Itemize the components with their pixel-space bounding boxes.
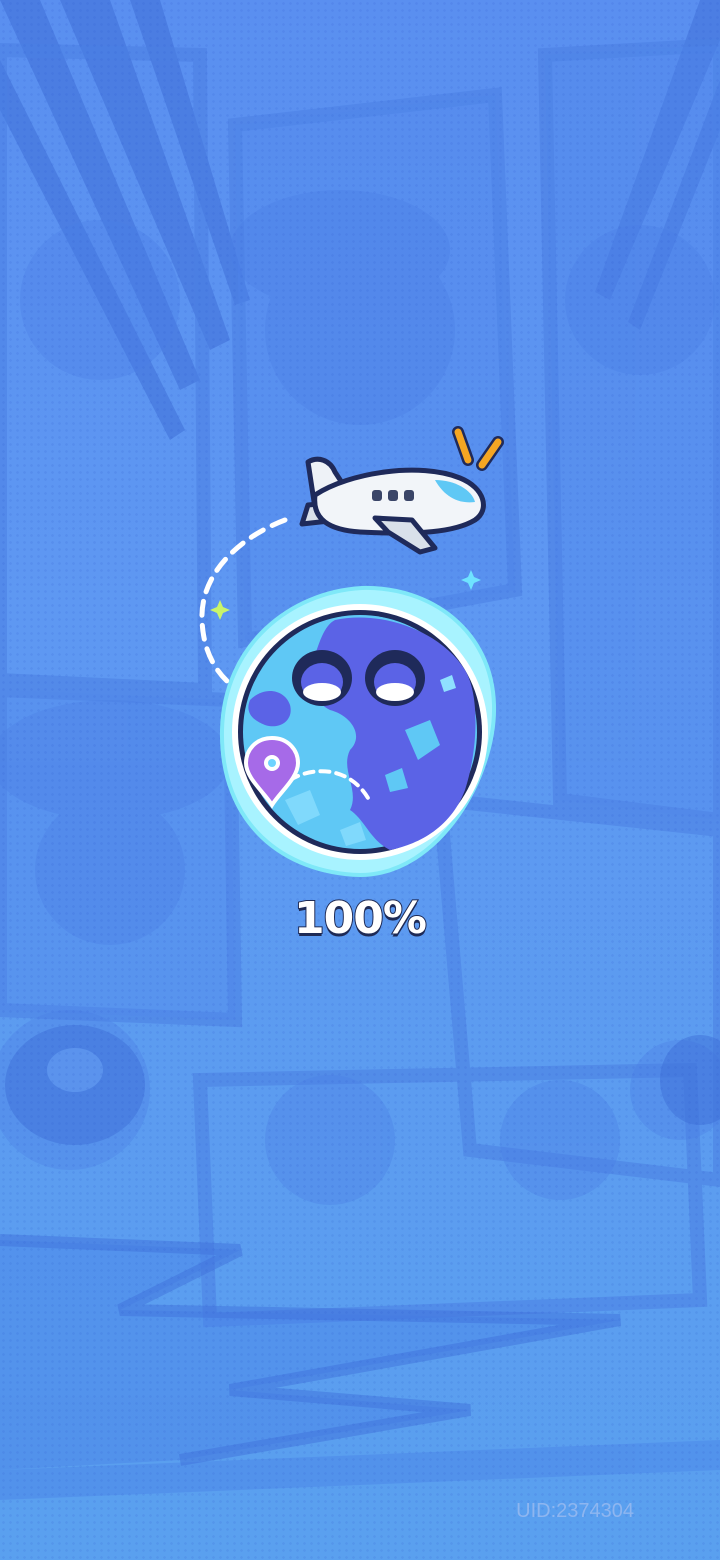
loading-illustration bbox=[199, 426, 504, 878]
sparkle-icon bbox=[461, 570, 481, 590]
loading-screen: 100% UID:2374304 bbox=[0, 0, 720, 1560]
loading-progress-label: 100% bbox=[293, 892, 428, 945]
airplane-icon bbox=[299, 426, 504, 555]
globe-icon bbox=[219, 585, 497, 878]
sparkle-icon bbox=[210, 600, 230, 620]
user-id-label: UID:2374304 bbox=[516, 1500, 634, 1522]
